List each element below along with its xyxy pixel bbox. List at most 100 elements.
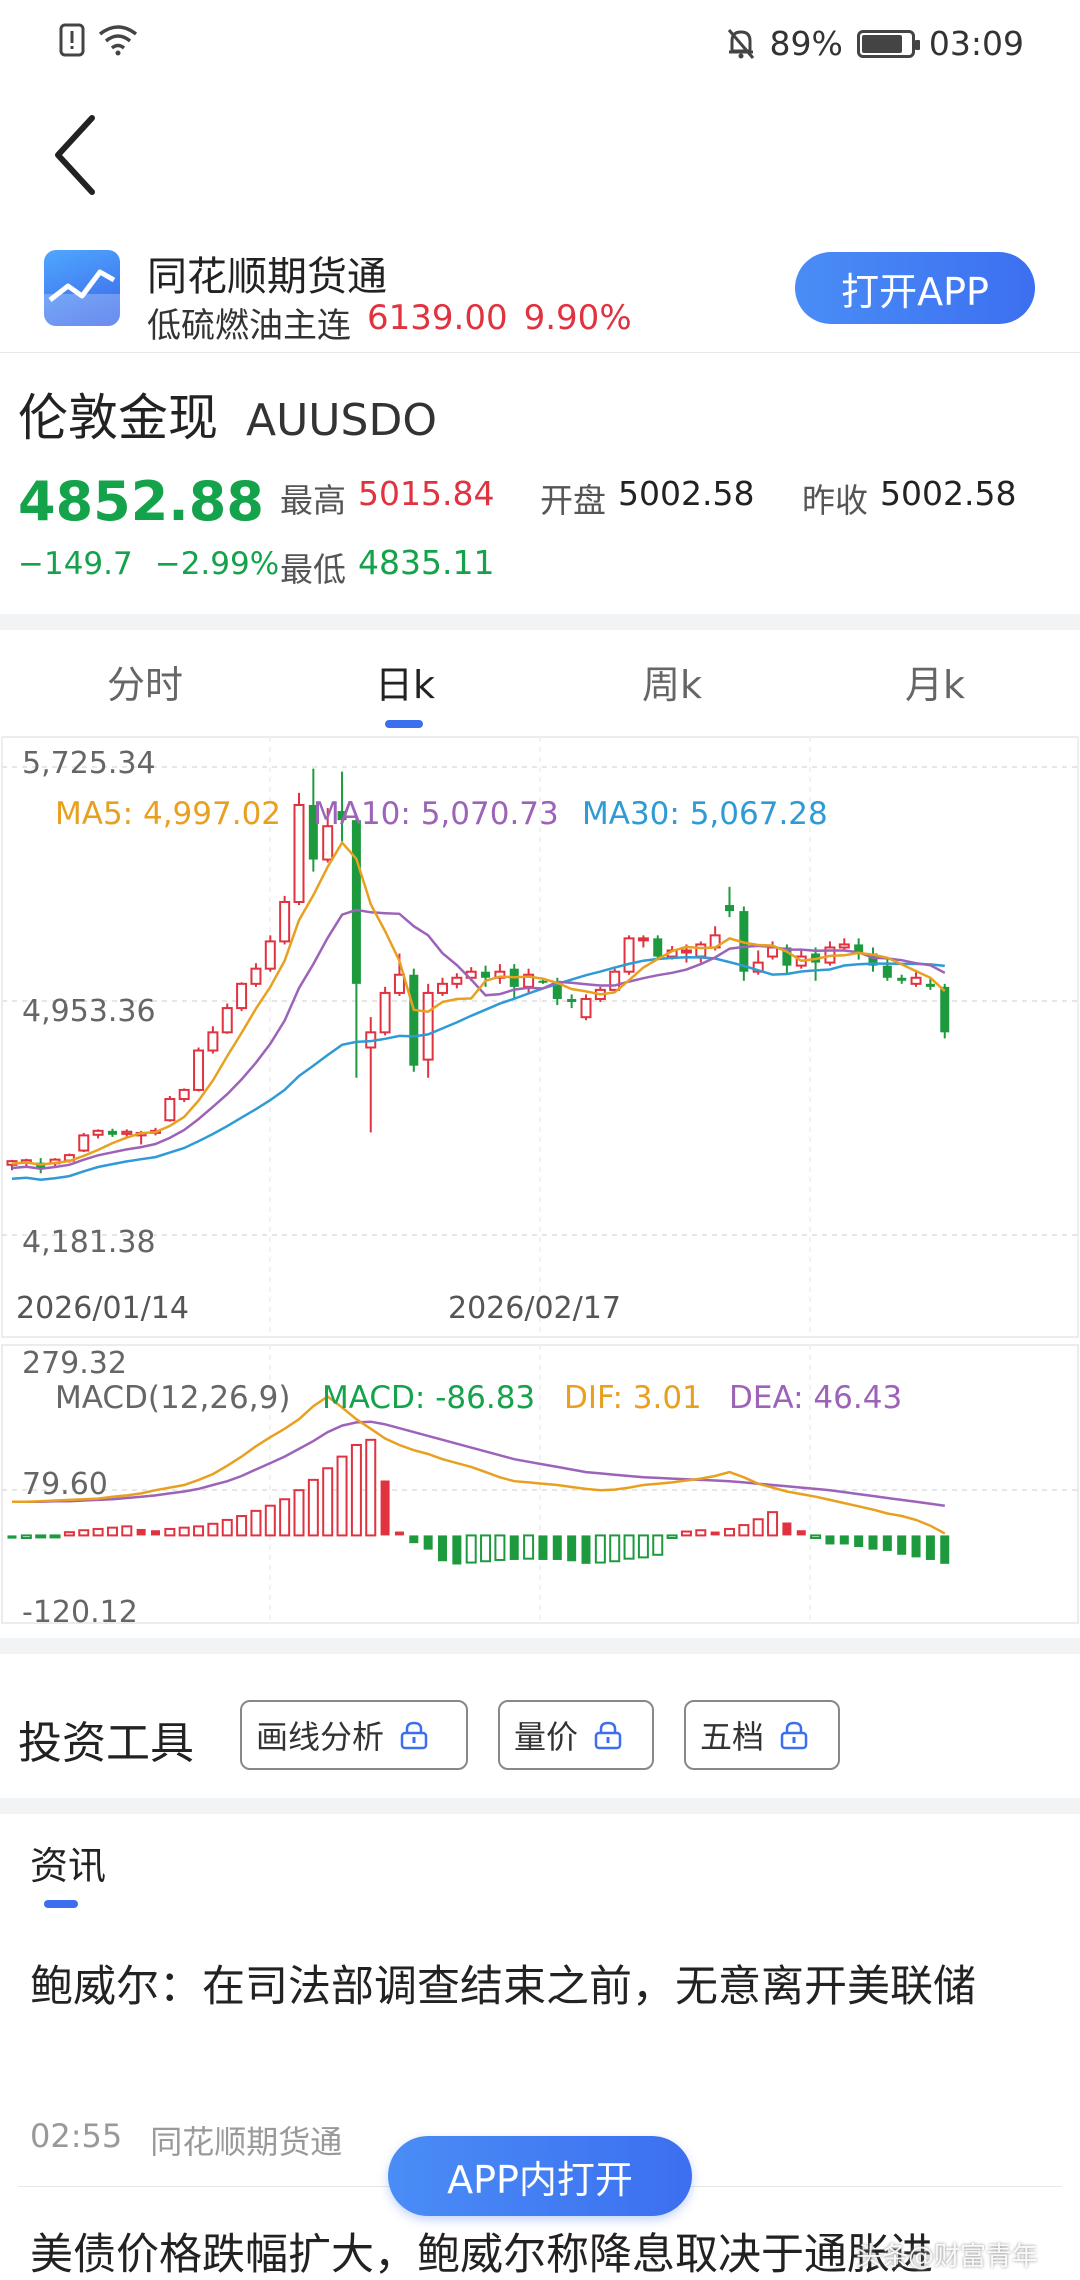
alert-icon	[59, 23, 85, 57]
macd-bar	[810, 1534, 822, 1539]
back-button[interactable]	[44, 110, 114, 200]
volume-price-button[interactable]: 量价	[498, 1700, 654, 1770]
mute-bell-icon	[727, 28, 754, 59]
stat-high-label: 最高	[280, 481, 346, 520]
stat-prev-close: 昨收 5002.58	[802, 474, 1016, 522]
stat-high: 最高 5015.84	[280, 474, 494, 522]
macd-bar	[868, 1535, 878, 1550]
kline-chart[interactable]: 5,725.34 4,953.36 4,181.38 MA5: 4,997.02 MA1…	[0, 735, 1080, 1635]
candle-body	[78, 1134, 90, 1152]
status-icons-right: 89% 03:09	[726, 24, 1024, 63]
candle-body	[293, 803, 305, 903]
macd-bar	[78, 1529, 90, 1537]
macd-bar	[925, 1535, 935, 1560]
tab-monthly[interactable]: 月k	[835, 654, 1035, 709]
wifi-icon	[98, 25, 138, 56]
macd-bar	[637, 1534, 649, 1559]
news-source: 同花顺期货通	[150, 2123, 343, 2161]
macd-bar	[567, 1535, 577, 1562]
tab-intraday[interactable]: 分时	[45, 654, 245, 709]
active-tab-indicator	[385, 720, 423, 728]
news-tab-indicator	[44, 1900, 78, 1908]
macd-bar	[293, 1489, 305, 1537]
macd-bar	[465, 1534, 477, 1564]
tab-daily[interactable]: 日k	[305, 654, 505, 709]
legend-dea: DEA: 46.43	[729, 1380, 902, 1416]
candle-body	[121, 1130, 133, 1135]
y-tick-label: 4,181.38	[22, 1225, 156, 1260]
contract-name: 低硫燃油主连	[147, 306, 351, 346]
candle-body	[92, 1129, 104, 1136]
draw-analysis-button[interactable]: 画线分析	[240, 1700, 468, 1770]
macd-bar	[897, 1535, 907, 1555]
macd-bar	[193, 1525, 205, 1537]
macd-bar	[825, 1535, 835, 1545]
candle-body	[236, 982, 248, 1010]
quote-header: 伦敦金现 AUUSDO	[18, 378, 437, 450]
stat-low: 最低 4835.11	[280, 543, 494, 591]
macd-bar	[236, 1515, 248, 1537]
macd-bar	[609, 1534, 621, 1563]
candle-body	[925, 983, 935, 987]
candle-body	[437, 982, 448, 994]
stat-prev-value: 5002.58	[880, 474, 1017, 513]
macd-bar	[35, 1534, 47, 1539]
candle-body	[422, 991, 434, 1061]
battery-icon	[856, 29, 920, 58]
macd-bar	[854, 1535, 864, 1548]
price-change: −149.7 −2.99%	[18, 546, 279, 582]
y-tick-label: -120.12	[22, 1595, 138, 1630]
status-icons-left	[58, 22, 138, 58]
candle-body	[107, 1130, 117, 1135]
lock-icon	[400, 1721, 428, 1750]
dif-line	[12, 1394, 946, 1535]
macd-bar	[752, 1518, 764, 1537]
stat-open-label: 开盘	[540, 481, 606, 520]
watermark: 头条@财富青年	[856, 2242, 1039, 2272]
candle-body	[481, 971, 491, 978]
y-tick-label: 5,725.34	[22, 746, 156, 781]
stat-low-value: 4835.11	[358, 543, 495, 582]
five-level-button[interactable]: 五档	[684, 1700, 840, 1770]
macd-bar	[552, 1535, 562, 1560]
candle-body	[580, 997, 592, 1019]
candle-body	[680, 949, 692, 954]
macd-bar	[336, 1455, 348, 1537]
candle-body	[379, 991, 391, 1034]
macd-bar	[452, 1535, 462, 1565]
candle-body	[725, 905, 734, 912]
macd-bar	[839, 1535, 849, 1545]
macd-bar	[652, 1534, 664, 1556]
y-tick-label: 4,953.36	[22, 994, 156, 1029]
instrument-code: AUUSDO	[246, 395, 437, 446]
divider	[0, 352, 1080, 353]
tab-weekly[interactable]: 周k	[572, 654, 772, 709]
open-app-button[interactable]: 打开APP	[795, 252, 1035, 324]
macd-bar	[581, 1535, 591, 1564]
macd-bar	[538, 1535, 548, 1560]
macd-bar	[264, 1504, 276, 1537]
macd-bar	[250, 1509, 262, 1537]
macd-bar	[365, 1438, 377, 1537]
macd-bar	[20, 1534, 32, 1539]
macd-bar	[911, 1535, 921, 1558]
candle-body	[882, 965, 892, 978]
macd-bar	[695, 1529, 707, 1537]
legend-macd: MACD: -86.83	[322, 1380, 535, 1416]
tab-news[interactable]: 资讯	[30, 1835, 106, 1890]
macd-bar	[523, 1534, 535, 1560]
open-in-app-button[interactable]: APP内打开	[388, 2136, 692, 2216]
macd-bar	[49, 1534, 61, 1539]
macd-bar	[322, 1467, 334, 1537]
macd-bar	[307, 1478, 319, 1537]
investment-tools: 投资工具 画线分析 量价 五档	[0, 1685, 1080, 1795]
candle-body	[538, 980, 548, 983]
stat-prev-label: 昨收	[802, 481, 868, 520]
news-item-title[interactable]: 鲍威尔：在司法部调查结束之前，无意离开美联储	[30, 1956, 1050, 2018]
section-gap	[0, 1798, 1080, 1814]
legend-ma30: MA30: 5,067.28	[582, 796, 828, 832]
macd-bar	[710, 1531, 720, 1536]
tool-label: 画线分析	[256, 1718, 385, 1756]
tools-title: 投资工具	[18, 1718, 194, 1769]
candle-body	[279, 900, 291, 943]
